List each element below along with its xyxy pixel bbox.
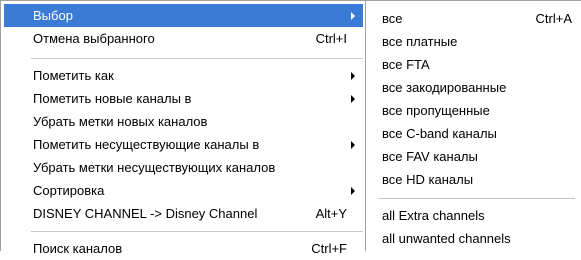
menu-item-label: DISNEY CHANNEL -> Disney Channel (33, 206, 258, 221)
menu-item-label: all Extra channels (382, 208, 485, 223)
menu-item-mark-as[interactable]: Пометить как (4, 64, 363, 87)
menu-item-label: Отмена выбранного (33, 31, 155, 46)
chevron-right-icon (351, 187, 355, 195)
menu-separator (378, 198, 575, 199)
menu-item-label: Выбор (33, 8, 73, 23)
submenu-item-all-cband[interactable]: все C-band каналы (369, 122, 578, 145)
menu-item-label: все HD каналы (382, 172, 474, 187)
context-menu: Выбор Отмена выбранного Ctrl+I Пометить … (0, 0, 367, 256)
menu-item-mark-missing-channels[interactable]: Пометить несуществующие каналы в (4, 133, 363, 156)
menu-item-label: все (382, 11, 403, 26)
menu-item-label: все C-band каналы (382, 126, 497, 141)
shortcut-label: Ctrl+I (315, 31, 347, 46)
submenu-item-all-extra[interactable]: all Extra channels (369, 204, 578, 227)
menu-item-select[interactable]: Выбор (4, 4, 363, 27)
menu-item-unmark-missing-channels[interactable]: Убрать метки несуществующих каналов (4, 156, 363, 179)
menu-item-label: Поиск каналов (33, 241, 123, 256)
submenu-item-all-paid[interactable]: все платные (369, 30, 578, 53)
menu-item-sort[interactable]: Сортировка (4, 179, 363, 202)
menu-item-label: Сортировка (33, 183, 105, 198)
menu-item-mark-new-channels[interactable]: Пометить новые каналы в (4, 87, 363, 110)
submenu-item-all-fta[interactable]: все FTA (369, 53, 578, 76)
submenu-item-all[interactable]: все Ctrl+A (369, 7, 578, 30)
chevron-right-icon (351, 72, 355, 80)
shortcut-label: Ctrl+A (535, 11, 572, 26)
menu-item-label: Пометить новые каналы в (33, 91, 192, 106)
shortcut-label: Alt+Y (315, 206, 347, 221)
menu-item-label: все закодированные (382, 80, 507, 95)
menu-item-unmark-new-channels[interactable]: Убрать метки новых каналов (4, 110, 363, 133)
submenu-item-all-skipped[interactable]: все пропущенные (369, 99, 578, 122)
chevron-right-icon (351, 141, 355, 149)
menu-item-label: all unwanted channels (382, 231, 511, 246)
menu-item-label: Убрать метки несуществующих каналов (33, 160, 276, 175)
menu-item-rename-channel[interactable]: DISNEY CHANNEL -> Disney Channel Alt+Y (4, 202, 363, 225)
menu-item-label: Пометить несуществующие каналы в (33, 137, 260, 152)
menu-item-label: все платные (382, 34, 458, 49)
menu-item-search-channels[interactable]: Поиск каналов Ctrl+F (4, 237, 363, 260)
menu-item-label: Пометить как (33, 68, 114, 83)
menu-item-label: все пропущенные (382, 103, 490, 118)
shortcut-label: Ctrl+F (311, 241, 347, 256)
menu-item-deselect[interactable]: Отмена выбранного Ctrl+I (4, 27, 363, 50)
menu-separator (31, 231, 363, 232)
submenu-item-all-encrypted[interactable]: все закодированные (369, 76, 578, 99)
submenu-item-all-fav[interactable]: все FAV каналы (369, 145, 578, 168)
menu-separator (31, 58, 363, 59)
submenu-item-all-hd[interactable]: все HD каналы (369, 168, 578, 191)
chevron-right-icon (351, 12, 355, 20)
submenu-item-all-unwanted[interactable]: all unwanted channels (369, 227, 578, 250)
menu-item-label: Убрать метки новых каналов (33, 114, 208, 129)
menu-item-label: все FAV каналы (382, 149, 478, 164)
chevron-right-icon (351, 95, 355, 103)
menu-item-label: все FTA (382, 57, 430, 72)
select-submenu: все Ctrl+A все платные все FTA все закод… (365, 0, 581, 251)
